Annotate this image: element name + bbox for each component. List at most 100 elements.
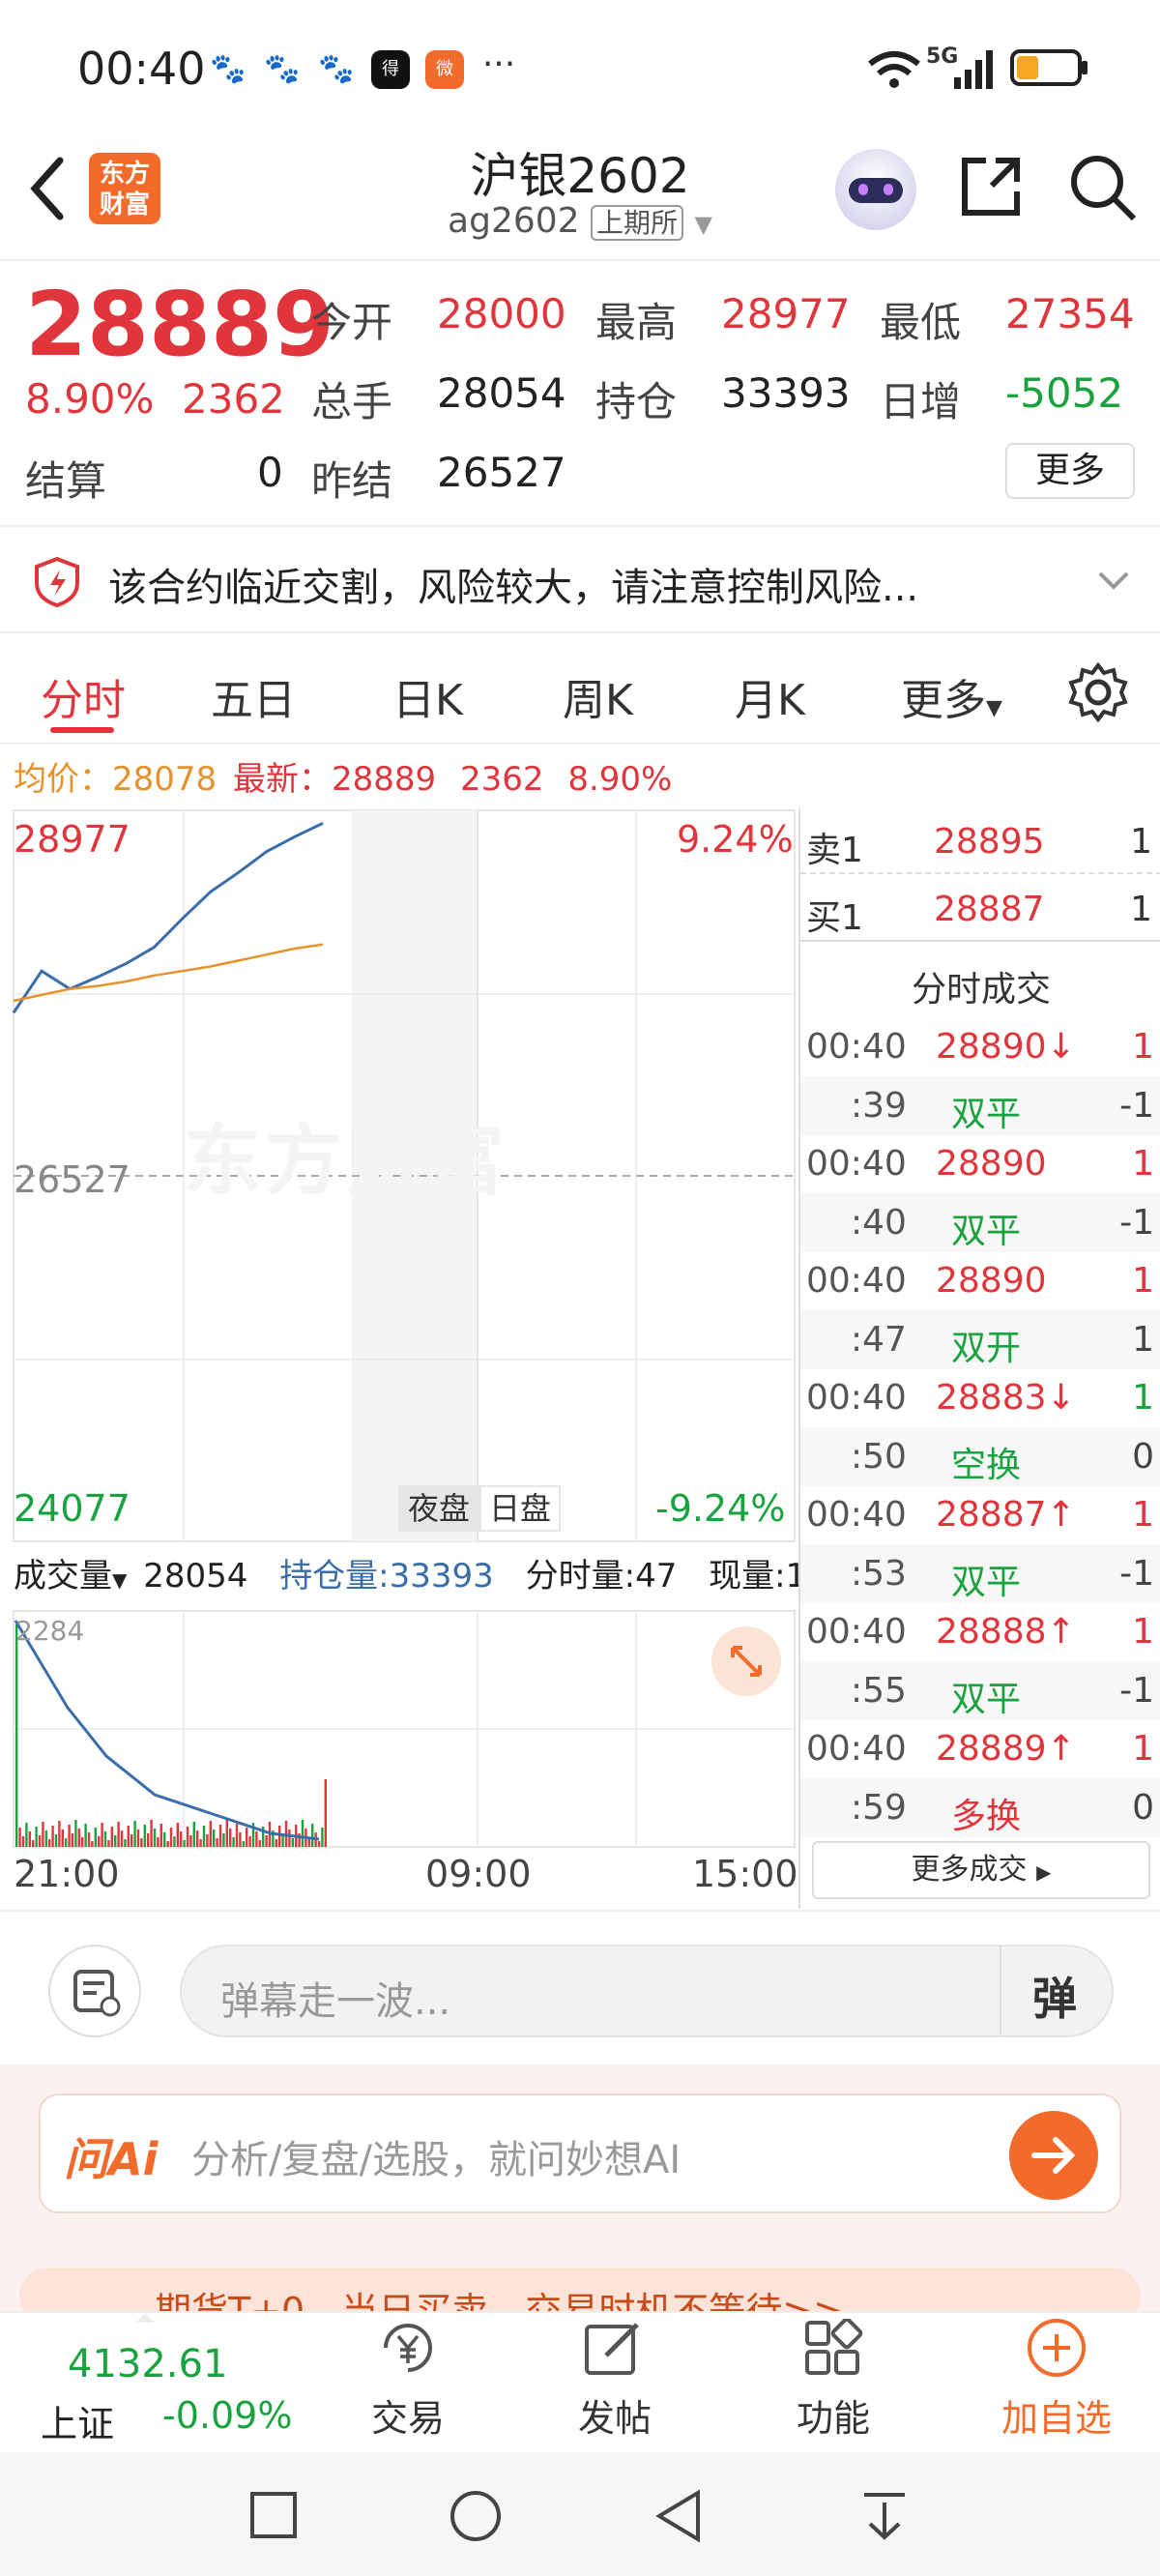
volume-bar [176,1823,179,1847]
x-label-start: 21:00 [14,1853,120,1895]
volume-bar [265,1835,268,1847]
ai-brand: 问Ai [64,2133,159,2185]
volume-bar [71,1833,74,1847]
ai-search-box[interactable]: 问Ai 分析/复盘/选股，就问妙想AI [39,2093,1121,2213]
back-icon[interactable] [653,2489,704,2543]
tab-fenshi[interactable]: 分时 [41,665,126,727]
expand-chart-button[interactable] [711,1626,781,1696]
volume-bar [248,1836,251,1847]
volume-bar [48,1839,51,1847]
trade-qty: -1 [1119,1202,1154,1243]
trade-value: 28888↑ [936,1612,1076,1652]
plus-circle-icon [1028,2319,1086,2377]
volume-bar [32,1840,35,1847]
intraday-chart[interactable]: 东方财富 28977 9.24% 26527 24077 -9.24% 夜盘 日… [0,808,806,1909]
open-value: 28000 [437,290,566,337]
night-session-tab[interactable]: 夜盘 [398,1485,479,1532]
index-value[interactable]: 4132.61 [68,2342,227,2386]
volume-bar [242,1841,245,1847]
trade-row: :59 多换 0 [800,1777,1160,1837]
order-book-panel: 卖1 28895 1 买1 28887 1 分时成交 00:40 28890↓ 1:… [798,808,1160,1909]
share-icon[interactable] [957,153,1025,220]
volume-bar [136,1830,140,1847]
risk-notice[interactable]: 该合约临近交割，风险较大，请注意控制风险... [0,525,1160,633]
search-icon[interactable] [1068,153,1138,222]
current-volume: 现量:1 [709,1557,807,1595]
volume-bar [163,1832,166,1847]
high-value: 28977 [721,290,851,337]
trade-qty: 1 [1132,1319,1154,1360]
chevron-down-icon[interactable] [1096,570,1131,593]
tab-more-label: 更多 [901,676,986,725]
more-trades-button[interactable]: 更多成交 ▶ [812,1841,1150,1899]
tab-more[interactable]: 更多▼ [901,665,1002,727]
logo-text: 东方财富 [99,160,150,220]
volume-bar [160,1824,162,1847]
day-session-tab[interactable]: 日盘 [479,1485,561,1532]
volume-bar [199,1839,202,1847]
trade-value: 28890↓ [936,1027,1076,1067]
daily-inc-value: -5052 [1005,369,1124,417]
volume-bar [229,1829,232,1847]
volume-bar-header: 成交量▼ 28054 持仓量:33393 分时量:47 现量:1 [14,1549,806,1596]
avg-line [13,943,324,1003]
trade-value: 28890 [936,1144,1047,1184]
volume-bar [84,1824,87,1847]
volume-bar [107,1840,110,1847]
notice-text: 该合约临近交割，风险较大，请注意控制风险... [108,566,919,610]
caret-right-icon: ▶ [1036,1860,1052,1884]
signal-icon [954,50,993,89]
trade-qty: 0 [1132,1436,1154,1477]
volume-bar [209,1821,212,1847]
trade-time: 00:40 [806,1495,907,1535]
volume-bar [311,1824,314,1847]
trade-value: 双平 [951,1211,1022,1251]
baidu-icon: 🐾 [317,50,356,89]
recent-apps-icon[interactable] [249,2491,298,2539]
gear-icon[interactable] [1067,661,1129,723]
danmaku-input[interactable]: 弹幕走一波... 弹 [180,1945,1114,2037]
trade-row: :39 双平 -1 [800,1075,1160,1135]
trade-qty: 1 [1132,1729,1154,1769]
chevron-down-icon: ▼ [694,211,712,238]
tab-week-k[interactable]: 周K [563,665,633,727]
volume-bar [183,1840,186,1847]
latest-pct: 8.90% [567,760,673,799]
volume-bar [288,1830,291,1847]
index-name: 上证 [41,2403,115,2445]
tab-month-k[interactable]: 月K [735,665,805,727]
volume-bar [91,1841,94,1847]
volume-bar [222,1833,225,1847]
volume-bar [153,1829,157,1847]
trades-section-title: 分时成交 [911,970,1051,1010]
ask-label: 卖1 [806,831,863,870]
volume-bar [150,1820,153,1847]
ai-robot-avatar[interactable] [835,149,916,230]
trade-time: :40 [851,1202,907,1243]
message-list-button[interactable] [48,1945,141,2037]
period-tabs: 分时 五日 日K 周K 月K 更多▼ [0,638,1160,745]
trade-time: :47 [851,1319,907,1360]
axis-top-pct: 9.24% [677,818,794,861]
volume-bar [186,1827,189,1847]
ai-submit-button[interactable] [1009,2111,1098,2200]
more-dots-icon: ··· [481,44,516,84]
trade-qty: -1 [1119,1670,1154,1711]
more-quote-button[interactable]: 更多 [1005,443,1135,499]
home-icon[interactable] [449,2489,503,2543]
ai-assistant-section: 问Ai 分析/复盘/选股，就问妙想AI 期货T+0，当日买卖，交易时机不等待>> [0,2064,1160,2326]
trade-row: :40 双平 -1 [800,1192,1160,1252]
volume-selector[interactable]: 成交量▼ [14,1557,127,1595]
tab-five-day[interactable]: 五日 [211,665,296,727]
low-value: 27354 [1005,290,1135,337]
danmaku-send-icon[interactable]: 弹 [1032,1964,1077,2028]
weixin-icon: 微 [425,50,464,89]
notification-down-icon[interactable] [860,2489,909,2543]
volume-bar [94,1828,97,1847]
contract-subtitle[interactable]: ag2602 上期所 ▼ [290,201,870,241]
ask-row: 卖1 28895 1 [800,812,1160,874]
nav-post-label: 发帖 [577,2397,652,2440]
tab-day-k[interactable]: 日K [392,665,463,727]
back-arrow-icon[interactable] [27,157,66,220]
volume-bar [166,1841,169,1847]
